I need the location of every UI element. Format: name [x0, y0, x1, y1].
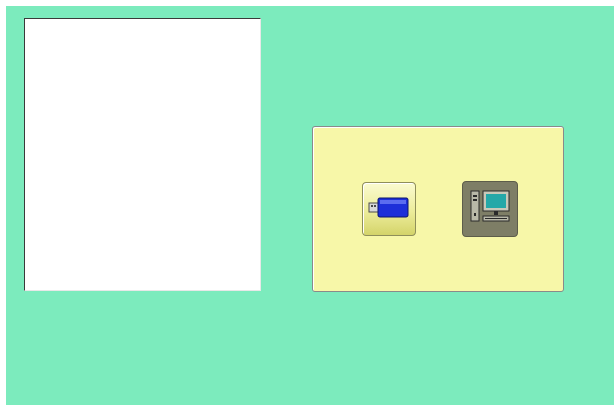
main-screen — [6, 6, 614, 405]
usb-source-button[interactable] — [362, 182, 416, 236]
source-selection-panel — [312, 126, 564, 292]
computer-source-button[interactable] — [462, 181, 518, 237]
usb-drive-icon — [368, 195, 410, 223]
computer-icon — [467, 187, 513, 231]
preview-area — [24, 18, 261, 291]
